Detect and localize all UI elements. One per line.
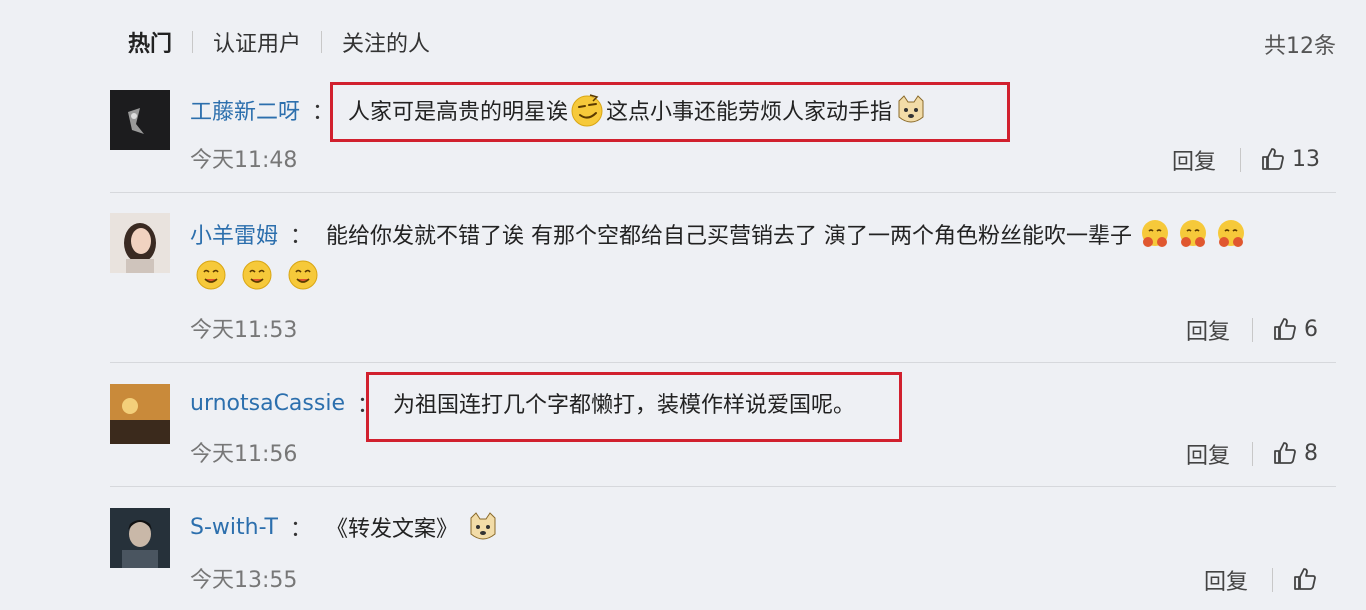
hug-emoji-icon (1142, 220, 1169, 247)
comment-text: 《转发文案》 (325, 517, 458, 542)
emoji-row (192, 258, 322, 292)
like-button[interactable]: 8 (1272, 440, 1318, 466)
highlight-box (330, 82, 1010, 142)
like-button[interactable]: 13 (1260, 146, 1320, 172)
reply-button[interactable]: 回复 (1186, 438, 1230, 470)
comment-divider (110, 362, 1336, 363)
comment-line: 小羊雷姆 ： 能给你发就不错了诶 有那个空都给自己买营销去了 演了一两个角色粉丝… (190, 217, 1250, 251)
yummy-emoji-icon (288, 260, 318, 290)
avatar[interactable] (110, 90, 170, 150)
reply-button[interactable]: 回复 (1204, 564, 1248, 596)
avatar[interactable] (110, 384, 170, 444)
thumbs-up-icon (1274, 442, 1296, 464)
reply-button[interactable]: 回复 (1172, 144, 1216, 176)
thumbs-up-icon (1262, 148, 1284, 170)
like-button[interactable] (1292, 566, 1324, 592)
timestamp: 今天11:56 (190, 442, 298, 467)
like-count: 8 (1304, 440, 1318, 466)
timestamp: 今天11:53 (190, 318, 298, 343)
username[interactable]: urnotsaCassie (190, 391, 345, 416)
colon: ： (289, 517, 312, 542)
thumbs-up-icon (1274, 318, 1296, 340)
yummy-emoji-icon (242, 260, 272, 290)
username[interactable]: 小羊雷姆 (190, 218, 278, 250)
comment-line: S-with-T ： 《转发文案》 (190, 510, 502, 544)
action-divider (1240, 148, 1241, 172)
comment-tabs: 热门 认证用户 关注的人 (128, 26, 430, 58)
like-button[interactable]: 6 (1272, 316, 1318, 342)
colon: ： (290, 224, 313, 249)
comment-count: 共12条 (1264, 34, 1336, 59)
tab-verified-users[interactable]: 认证用户 (213, 26, 301, 58)
avatar[interactable] (110, 213, 170, 273)
highlight-box (366, 372, 902, 442)
yummy-emoji-icon (196, 260, 226, 290)
hug-emoji-icon (1218, 220, 1245, 247)
doge-emoji-icon (470, 512, 496, 540)
comment-divider (110, 486, 1336, 487)
avatar[interactable] (110, 508, 170, 568)
tab-hot[interactable]: 热门 (128, 26, 172, 58)
like-count: 6 (1304, 316, 1318, 342)
action-divider (1252, 318, 1253, 342)
timestamp: 今天11:48 (190, 148, 298, 173)
like-count: 13 (1292, 146, 1320, 172)
action-divider (1272, 568, 1273, 592)
reply-button[interactable]: 回复 (1186, 314, 1230, 346)
tab-divider (321, 31, 323, 53)
username[interactable]: S-with-T (190, 515, 278, 540)
tab-divider (192, 31, 194, 53)
hug-emoji-icon (1180, 220, 1207, 247)
action-divider (1252, 442, 1253, 466)
thumbs-up-icon (1294, 568, 1316, 590)
timestamp: 今天13:55 (190, 568, 298, 593)
comment-divider (110, 192, 1336, 193)
tab-following[interactable]: 关注的人 (342, 26, 430, 58)
username[interactable]: 工藤新二呀 (190, 94, 300, 126)
comment-text: 能给你发就不错了诶 有那个空都给自己买营销去了 演了一两个角色粉丝能吹一辈子 (326, 224, 1133, 249)
